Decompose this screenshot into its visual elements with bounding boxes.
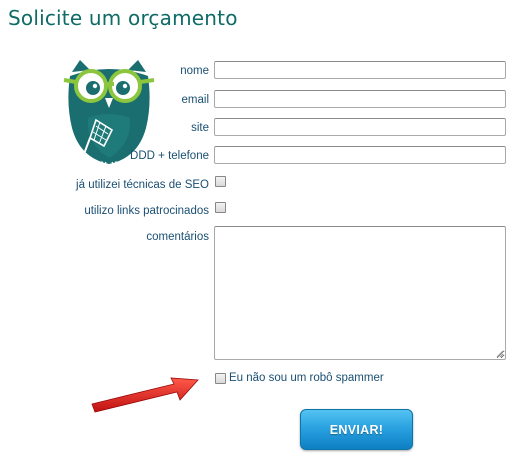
resize-grip-icon[interactable]	[494, 348, 504, 358]
seo-checkbox[interactable]	[215, 176, 226, 187]
spam-checkbox[interactable]	[215, 373, 226, 384]
comments-label: comentários	[146, 231, 209, 243]
telefone-label: DDD + telefone	[130, 150, 209, 162]
telefone-input[interactable]	[214, 146, 506, 164]
nome-label: nome	[180, 65, 209, 77]
comments-textarea[interactable]	[214, 226, 506, 360]
site-input[interactable]	[214, 118, 506, 136]
links-checkbox[interactable]	[215, 202, 226, 213]
red-arrow-icon	[91, 377, 199, 413]
page-title: Solicite um orçamento	[8, 6, 238, 30]
site-label: site	[191, 122, 209, 134]
email-input[interactable]	[214, 90, 506, 108]
spam-checkbox-label: Eu não sou um robô spammer	[229, 372, 384, 384]
nome-input[interactable]	[214, 61, 506, 79]
email-label: email	[181, 94, 209, 106]
seo-checkbox-label: já utilizei técnicas de SEO	[76, 179, 209, 191]
submit-button[interactable]: ENVIAR!	[300, 409, 413, 450]
links-checkbox-label: utilizo links patrocinados	[84, 205, 209, 217]
